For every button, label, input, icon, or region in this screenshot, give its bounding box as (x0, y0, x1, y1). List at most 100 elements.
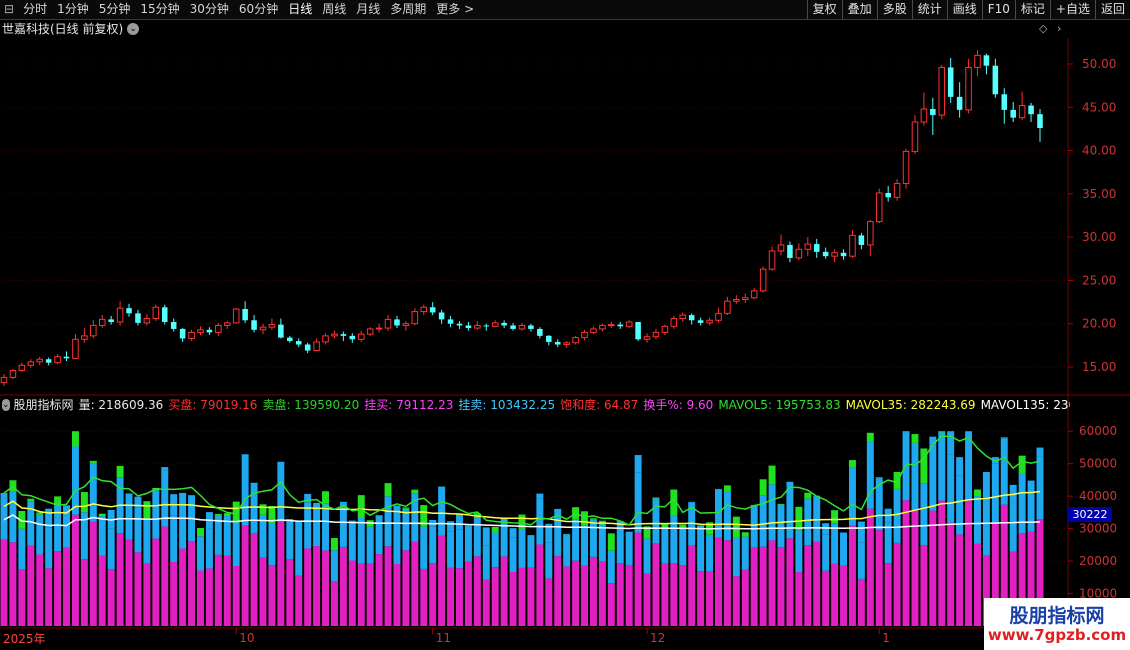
volume-bar-sell (143, 519, 151, 564)
volume-bar-sell (929, 444, 937, 511)
volume-bar-buy (330, 581, 338, 626)
volume-bar-buy (965, 500, 973, 626)
volume-tick-label: 40000 (1079, 489, 1117, 503)
candle-body (902, 150, 910, 184)
volume-bar-buy (259, 557, 267, 626)
volume-bar-top (509, 528, 517, 538)
volume-bar-top (339, 501, 347, 504)
volume-bar-top (98, 513, 106, 517)
volume-bar-buy (572, 560, 580, 626)
volume-bar-buy (134, 552, 142, 626)
volume-bar-buy (625, 564, 633, 626)
volume-bar-sell (563, 534, 571, 567)
candle-body (777, 244, 785, 252)
candle-body (750, 290, 758, 299)
volume-bar-buy (634, 532, 642, 626)
month-label: 12 (650, 631, 665, 645)
volume-bar-sell (196, 536, 204, 571)
volume-bar-sell (322, 503, 330, 551)
volume-bar-sell (268, 522, 276, 565)
volume-bar-buy (71, 514, 79, 626)
volume-bar-top (277, 461, 285, 465)
volume-bar-top (411, 489, 419, 494)
volume-bar-top (116, 465, 124, 478)
candle-body (152, 306, 160, 320)
candle-body (206, 329, 213, 333)
candle-body (510, 325, 516, 329)
mavol5-line (3, 435, 1041, 526)
volume-bar-buy (179, 548, 187, 626)
candle-body (108, 319, 114, 322)
volume-bar-buy (339, 546, 347, 626)
volume-bar-buy (777, 547, 785, 626)
volume-bar-sell (89, 463, 97, 522)
volume-bar-sell (572, 519, 580, 561)
volume-bar-sell (482, 545, 490, 580)
volume-bar-sell (777, 504, 785, 548)
volume-bar-buy (947, 522, 955, 626)
price-tick-label: 15.00 (1082, 360, 1116, 374)
volume-bar-buy (63, 547, 71, 626)
volume-bar-buy (893, 542, 901, 626)
volume-bar-buy (286, 559, 294, 626)
candle-body (447, 319, 454, 324)
volume-bar-top (393, 505, 401, 522)
volume-bar-sell (170, 515, 178, 562)
kline-chart[interactable]: 50.00 45.00 40.00 35.00 30.00 25.00 20.00 15.00… (0, 0, 1130, 650)
volume-bar-buy (491, 567, 499, 626)
volume-bar-top (455, 514, 463, 530)
volume-bar-sell (295, 538, 303, 576)
candle-body (625, 321, 633, 327)
volume-bar-buy (98, 555, 106, 626)
volume-bar-sell (652, 498, 660, 544)
candle-body (45, 359, 52, 363)
volume-bar-buy (214, 554, 222, 626)
volume-bar-sell (447, 531, 455, 568)
volume-bar-sell (589, 519, 597, 557)
volume-bar-sell (965, 431, 973, 501)
watermark-url: www.7gpzb.com (987, 626, 1127, 644)
volume-bar-buy (616, 563, 624, 626)
indicator-header: ⌄ 股朋指标网 量: 218609.36 买盘: 79019.16 卖盘: 1395… (2, 397, 1070, 413)
volume-bar-buy (322, 550, 330, 626)
volume-bar-buy (107, 569, 115, 626)
candle-body (733, 298, 740, 302)
volume-bar-sell (313, 502, 321, 547)
volume-bar-sell (375, 515, 383, 555)
volume-bar-sell (804, 498, 812, 546)
candle-body (759, 268, 767, 292)
volume-bar-top (795, 506, 803, 531)
volume-bar-top (295, 520, 303, 539)
price-tick-label: 50.00 (1082, 57, 1116, 71)
volume-bar-top (831, 510, 839, 524)
volume-bar-top (322, 491, 330, 504)
month-label: 1 (882, 631, 890, 645)
volume-bar-top (330, 538, 338, 551)
volume-bar-buy (170, 561, 178, 626)
volume-bar-buy (36, 554, 44, 626)
volume-bar-top (893, 471, 901, 489)
volume-bar-sell (661, 527, 669, 564)
volume-bar-sell (500, 518, 508, 557)
volume-bar-buy (831, 563, 839, 626)
volume-bar-buy (241, 525, 249, 626)
volume-bar-sell (527, 535, 535, 568)
volume-bar-buy (795, 572, 803, 626)
candle-body (429, 307, 436, 313)
candle-body (643, 336, 651, 340)
candle-body (98, 318, 106, 326)
volume-bar-sell (1027, 480, 1035, 532)
candle-body (224, 322, 231, 326)
candle-body (322, 335, 329, 343)
volume-bar-sell (911, 442, 919, 511)
volume-bar-sell (956, 475, 964, 535)
chevron-down-icon[interactable]: ⌄ (2, 399, 10, 411)
candle-body (670, 318, 678, 327)
volume-bar-top (723, 485, 731, 492)
volume-bar-buy (196, 570, 204, 626)
volume-bar-top (714, 488, 722, 490)
candle-body (411, 311, 419, 325)
volume-bar-sell (438, 486, 446, 536)
candle-body (474, 324, 481, 329)
candle-body (617, 324, 624, 327)
